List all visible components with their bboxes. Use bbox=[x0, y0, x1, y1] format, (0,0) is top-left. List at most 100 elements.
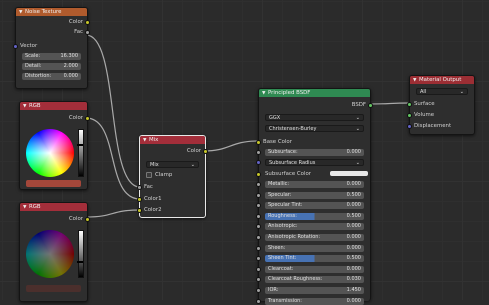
mix-node[interactable]: ▼ Mix Color Mix ⌄ Clamp Fac Color1 Color2 bbox=[137, 135, 208, 218]
chevron-down-icon: ⌄ bbox=[355, 160, 360, 166]
input-socket-ior[interactable] bbox=[256, 288, 261, 293]
input-socket-subsurface[interactable] bbox=[256, 150, 261, 155]
output-socket-fac[interactable] bbox=[85, 30, 90, 35]
value-slider-knob[interactable] bbox=[77, 261, 83, 263]
rgb-header[interactable]: ▼ RGB bbox=[20, 203, 87, 211]
input-socket-subsurface-color[interactable] bbox=[256, 172, 261, 177]
subsurface-color-swatch[interactable] bbox=[330, 171, 368, 176]
field-label: Scale: bbox=[25, 53, 41, 59]
input-socket-volume[interactable] bbox=[407, 113, 412, 118]
node-title: Principled BSDF bbox=[268, 90, 311, 96]
input-socket-sheen-tint[interactable] bbox=[256, 256, 261, 262]
value-slider[interactable] bbox=[77, 129, 84, 177]
input-socket-sheen[interactable] bbox=[256, 245, 261, 251]
field-label: Anisotropic: bbox=[268, 223, 298, 230]
output-color-label: Color bbox=[186, 148, 201, 154]
input-socket-color2[interactable] bbox=[137, 208, 142, 213]
bsdf-field-anisotropic[interactable]: Anisotropic: 0.000 bbox=[265, 223, 364, 231]
output-bsdf-label: BSDF bbox=[351, 102, 366, 108]
clamp-checkbox[interactable]: Clamp bbox=[146, 171, 201, 179]
principled-bsdf-header[interactable]: ▼ Principled BSDF bbox=[259, 89, 370, 97]
field-value: 0.000 bbox=[346, 149, 361, 155]
input-socket-surface[interactable] bbox=[407, 102, 412, 107]
input-socket-base-color[interactable] bbox=[256, 140, 261, 145]
noise-texture-header[interactable]: ▼ Noise Texture bbox=[16, 8, 87, 16]
input-socket-transmission[interactable] bbox=[256, 298, 261, 304]
input-socket-displacement[interactable] bbox=[407, 124, 412, 129]
bsdf-field-anisotropic-rotation[interactable]: Anisotropic Rotation: 0.000 bbox=[265, 234, 364, 241]
input-socket-clearcoat-roughness[interactable] bbox=[256, 277, 261, 283]
output-socket-color[interactable] bbox=[85, 20, 90, 25]
node-title: Material Output bbox=[419, 77, 462, 83]
bsdf-field-sheen[interactable]: Sheen: 0.000 bbox=[265, 244, 364, 252]
bsdf-field-ior[interactable]: IOR: 1.450 bbox=[265, 287, 364, 294]
color-swatch[interactable] bbox=[26, 285, 81, 292]
subsurface-method-dropdown[interactable]: Christensen-Burley ⌄ bbox=[265, 125, 364, 132]
input-socket-specular-tint[interactable] bbox=[256, 203, 261, 209]
color-wheel[interactable] bbox=[26, 230, 74, 278]
material-output-header[interactable]: ▼ Material Output bbox=[410, 76, 474, 84]
field-label: Roughness: bbox=[268, 212, 297, 219]
field-value: 0.030 bbox=[346, 276, 361, 283]
input-socket-roughness[interactable] bbox=[256, 213, 261, 219]
principled-bsdf-node[interactable]: ▼ Principled BSDF BSDF GGX ⌄ Christensen-B… bbox=[256, 88, 373, 305]
target-value: All bbox=[420, 89, 427, 95]
field-value: 0.000 bbox=[346, 244, 361, 251]
input-socket-color1[interactable] bbox=[137, 197, 142, 202]
bsdf-field-metallic[interactable]: Metallic: 0.000 bbox=[265, 181, 364, 188]
value-slider-knob[interactable] bbox=[77, 144, 83, 146]
subsurface-color-label: Subsurface Color bbox=[265, 171, 311, 177]
distribution-dropdown[interactable]: GGX ⌄ bbox=[265, 114, 364, 121]
input-socket-fac[interactable] bbox=[137, 185, 142, 190]
subsurface-color-row[interactable]: Subsurface Color bbox=[265, 170, 368, 178]
scale-field[interactable]: Scale: 16.300 bbox=[22, 53, 81, 60]
noise-texture-node[interactable]: ▼ Noise Texture Color Fac Vector Scale: 16… bbox=[13, 7, 90, 89]
input-vector-label: Vector bbox=[20, 43, 38, 49]
bsdf-field-clearcoat[interactable]: Clearcoat: 0.000 bbox=[265, 265, 364, 273]
node-title: Noise Texture bbox=[25, 9, 62, 15]
rgb-header[interactable]: ▼ RGB bbox=[20, 102, 87, 110]
color-swatch[interactable] bbox=[26, 180, 81, 187]
field-value: 0.000 bbox=[63, 73, 78, 79]
output-socket-bsdf[interactable] bbox=[368, 103, 373, 108]
input-socket-metallic[interactable] bbox=[256, 182, 261, 187]
field-label: Sheen Tint: bbox=[268, 255, 297, 262]
clamp-label: Clamp bbox=[155, 172, 173, 178]
input-socket-subsurface-radius[interactable] bbox=[256, 160, 261, 165]
mix-header[interactable]: ▼ Mix bbox=[140, 136, 205, 144]
subsurface-radius-dropdown[interactable]: Subsurface Radius ⌄ bbox=[265, 159, 364, 166]
bsdf-field-sheen-tint[interactable]: Sheen Tint: 0.500 bbox=[265, 255, 364, 263]
input-socket-specular[interactable] bbox=[256, 192, 261, 198]
bsdf-field-transmission[interactable]: Transmission: 0.000 bbox=[265, 297, 364, 305]
bsdf-field-specular-tint[interactable]: Specular Tint: 0.000 bbox=[265, 202, 364, 210]
field-label: Metallic: bbox=[268, 181, 290, 187]
field-label: Sheen: bbox=[268, 244, 286, 251]
field-label: Specular: bbox=[268, 191, 292, 198]
material-output-node[interactable]: ▼ Material Output All ⌄ Surface Volume Dis… bbox=[407, 75, 475, 135]
color-wheel[interactable] bbox=[26, 129, 74, 177]
rgb-node-1[interactable]: ▼ RGB Color bbox=[19, 101, 90, 190]
distortion-field[interactable]: Distortion: 0.000 bbox=[22, 73, 81, 80]
bsdf-field-roughness[interactable]: Roughness: 0.500 bbox=[265, 212, 364, 220]
bsdf-field-specular[interactable]: Specular: 0.500 bbox=[265, 191, 364, 199]
field-label: Clearcoat: bbox=[268, 265, 294, 272]
target-dropdown[interactable]: All ⌄ bbox=[416, 88, 468, 95]
output-color-label: Color bbox=[68, 19, 83, 25]
input-socket-anisotropic-rotation[interactable] bbox=[256, 235, 261, 240]
output-socket-color[interactable] bbox=[85, 217, 90, 222]
field-label: IOR: bbox=[268, 287, 279, 293]
output-socket-color[interactable] bbox=[203, 149, 208, 154]
rgb-node-2[interactable]: ▼ RGB Color bbox=[19, 202, 90, 302]
input-fac-label: Fac bbox=[144, 184, 153, 190]
input-socket-vector[interactable] bbox=[13, 44, 18, 49]
detail-field[interactable]: Detail: 2.000 bbox=[22, 63, 81, 70]
input-base-color-label: Base Color bbox=[263, 139, 292, 145]
blend-mode-dropdown[interactable]: Mix ⌄ bbox=[146, 161, 199, 168]
input-socket-anisotropic[interactable] bbox=[256, 224, 261, 230]
checkbox-icon[interactable] bbox=[146, 171, 152, 178]
value-slider[interactable] bbox=[77, 230, 84, 278]
output-socket-color[interactable] bbox=[85, 116, 90, 121]
bsdf-field-clearcoat-roughness[interactable]: Clearcoat Roughness: 0.030 bbox=[265, 276, 364, 284]
subsurface-field[interactable]: Subsurface: 0.000 bbox=[265, 149, 364, 156]
input-socket-clearcoat[interactable] bbox=[256, 266, 261, 272]
